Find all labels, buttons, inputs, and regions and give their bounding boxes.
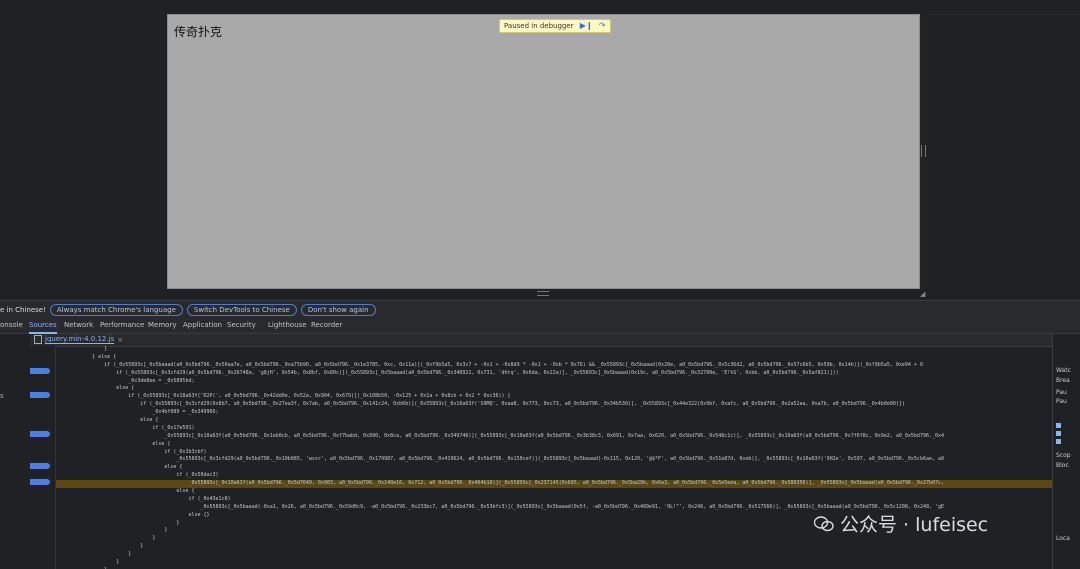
code-line: if (_0x17e501) [56, 424, 195, 431]
paused-label: Paused in debugger [504, 22, 574, 30]
tab-console[interactable]: onsole [0, 321, 23, 329]
code-line: } [56, 559, 120, 566]
checked-breakpoint[interactable] [1056, 422, 1063, 429]
sources-navigator: s [0, 334, 31, 569]
code-line: _0x55893c[_0x10a63f(a0_0x5bd796._0x5d764… [56, 480, 1052, 489]
code-line: } [56, 543, 144, 550]
code-line: else { [56, 385, 135, 392]
resume-icon[interactable]: ▶❙ [580, 20, 593, 32]
breakpoints-section[interactable]: Brea [1056, 377, 1070, 384]
breakpoint-marker[interactable] [30, 392, 50, 398]
tab-memory[interactable]: Memory [148, 321, 176, 329]
resize-handle-vertical[interactable] [921, 145, 926, 157]
tab-performance[interactable]: Performance [100, 321, 144, 329]
left-margin [0, 14, 167, 299]
code-line: else { [56, 464, 183, 471]
breakpoint-marker[interactable] [30, 368, 50, 374]
checked-breakpoint[interactable] [1056, 438, 1063, 445]
code-line: if (_0x3b3cbf) [56, 448, 207, 455]
code-line: if (_0x50dac3) [56, 472, 219, 479]
breakpoint-marker[interactable] [30, 479, 50, 485]
tab-application[interactable]: Application [183, 321, 222, 329]
code-line: if (_0x55893c[_0x3cfd29(a0_0x5bd796._0x2… [56, 369, 839, 376]
checked-breakpoint[interactable] [1056, 430, 1063, 437]
top-strip [0, 0, 1080, 15]
file-name: jquery.min-4.0.12.js [45, 335, 115, 344]
switch-to-chinese-button[interactable]: Switch DevTools to Chinese [186, 304, 297, 316]
code-line: } else { [56, 353, 117, 360]
tab-sources[interactable]: Sources [29, 321, 57, 334]
checkbox-icon[interactable] [1056, 439, 1061, 444]
page-title: 传奇扑克 [174, 25, 223, 39]
code-line: _0x3de8ee = _0x5895bd; [56, 377, 195, 384]
code-line: if (_0x55893c[_0x18a63f('D2P(', a0_0x5bd… [56, 393, 511, 400]
code-line: } [56, 346, 108, 352]
tab-network[interactable]: Network [64, 321, 93, 329]
code-line: else { [56, 488, 195, 495]
close-icon[interactable]: × [117, 336, 123, 344]
scope-section[interactable]: Scop [1056, 452, 1071, 459]
watermark: 公众号 · lufeisec [814, 510, 988, 537]
code-line: else { [56, 440, 171, 447]
corner-grip-icon[interactable]: ◢ [920, 290, 928, 298]
local-section[interactable]: Loca [1056, 535, 1070, 542]
devtools-tabs: onsole Sources Network Performance Memor… [0, 318, 1080, 334]
match-language-button[interactable]: Always match Chrome's language [49, 304, 183, 316]
tab-recorder[interactable]: Recorder [311, 321, 342, 329]
dont-show-again-button[interactable]: Don't show again [300, 304, 376, 316]
file-icon [34, 335, 42, 344]
code-line: if (_0x55893c[_0x5baaad(a0_0x5bd796._0x5… [56, 361, 923, 368]
tab-security[interactable]: Security [227, 321, 256, 329]
tab-lighthouse[interactable]: Lighthouse [268, 321, 307, 329]
checkbox-icon[interactable] [1056, 423, 1061, 428]
navigator-item[interactable]: s [0, 392, 4, 400]
code-line: } [56, 551, 132, 558]
language-infobar: e in Chinese! Always match Chrome's lang… [0, 300, 1080, 319]
code-line: _0x55893c[_0x10a63f(a0_0x5bd796._0x1eb0c… [56, 432, 945, 439]
watermark-text: 公众号 · lufeisec [840, 514, 989, 536]
code-line: if (_0x43e1c8) [56, 495, 231, 502]
breakpoint-marker[interactable] [30, 431, 50, 437]
watch-section[interactable]: Watc [1056, 367, 1071, 374]
step-over-icon[interactable]: ↷ [599, 20, 606, 32]
breakpoint-marker[interactable] [30, 463, 50, 469]
code-line: if (_0x55893c[_0x3cfd29(0x8b7, a0_0x5bd7… [56, 401, 905, 408]
wechat-icon [814, 515, 834, 531]
page-viewport: 传奇扑克 Paused in debugger ▶❙ ↷ [167, 14, 920, 289]
code-line: _0x4bf089 = _0x349966; [56, 409, 219, 416]
resize-handle-horizontal[interactable] [537, 291, 549, 296]
checkbox-icon[interactable] [1056, 431, 1061, 436]
debugger-sidebar: Watc Brea Pau Pau Scop Bloc Loca [1052, 334, 1080, 569]
code-line: _0x55893c[_0x3cfd29(a0_0x5bd796._0x10b98… [56, 456, 945, 463]
language-message: e in Chinese! [0, 306, 46, 314]
file-tab[interactable]: jquery.min-4.0.12.js × [34, 335, 123, 344]
paused-in-debugger-badge: Paused in debugger ▶❙ ↷ [499, 19, 611, 33]
line-gutter[interactable] [30, 346, 56, 569]
block-section[interactable]: Bloc [1056, 462, 1069, 469]
pause-option[interactable]: Pau [1056, 398, 1067, 405]
code-line: else { [56, 417, 159, 424]
pause-option[interactable]: Pau [1056, 389, 1067, 396]
